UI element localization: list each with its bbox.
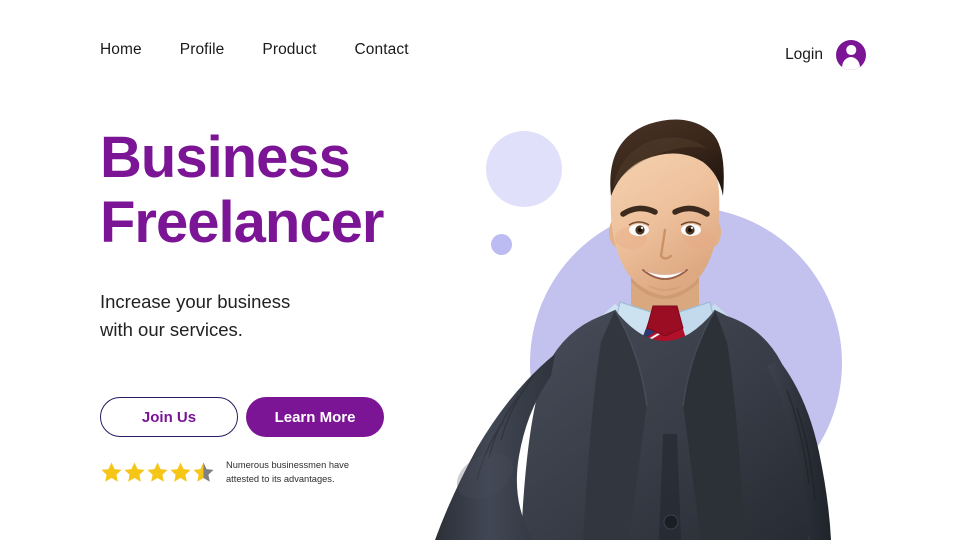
avatar-body-shape [842, 56, 860, 70]
nav-link-contact[interactable]: Contact [355, 41, 409, 59]
rating-caption-line1: Numerous businessmen have [226, 460, 349, 471]
login-group[interactable]: Login [785, 40, 866, 70]
businessman-photo [415, 104, 885, 540]
star-icon-full-1 [101, 462, 122, 482]
hero-title-line1: Business [100, 125, 351, 190]
join-us-button[interactable]: Join Us [100, 397, 238, 438]
star-icon-half-5 [193, 462, 214, 482]
nav-links: Home Profile Product Contact [100, 41, 409, 59]
nav-link-product[interactable]: Product [262, 41, 316, 59]
star-rating [100, 461, 215, 484]
star-icon-full-2 [124, 462, 145, 482]
star-icon-full-4 [170, 462, 191, 482]
user-avatar-icon[interactable] [836, 40, 866, 70]
hero-subtitle-line1: Increase your business [100, 290, 291, 312]
star-icon-full-3 [147, 462, 168, 482]
navbar: Home Profile Product Contact Login [0, 0, 960, 92]
learn-more-button[interactable]: Learn More [246, 397, 384, 438]
nav-link-profile[interactable]: Profile [180, 41, 225, 59]
rating-caption: Numerous businessmen have attested to it… [226, 459, 349, 485]
rating-caption-line2: attested to its advantages. [226, 473, 335, 484]
avatar-head-shape [846, 45, 856, 55]
nav-link-home[interactable]: Home [100, 41, 142, 59]
login-label[interactable]: Login [785, 46, 823, 64]
